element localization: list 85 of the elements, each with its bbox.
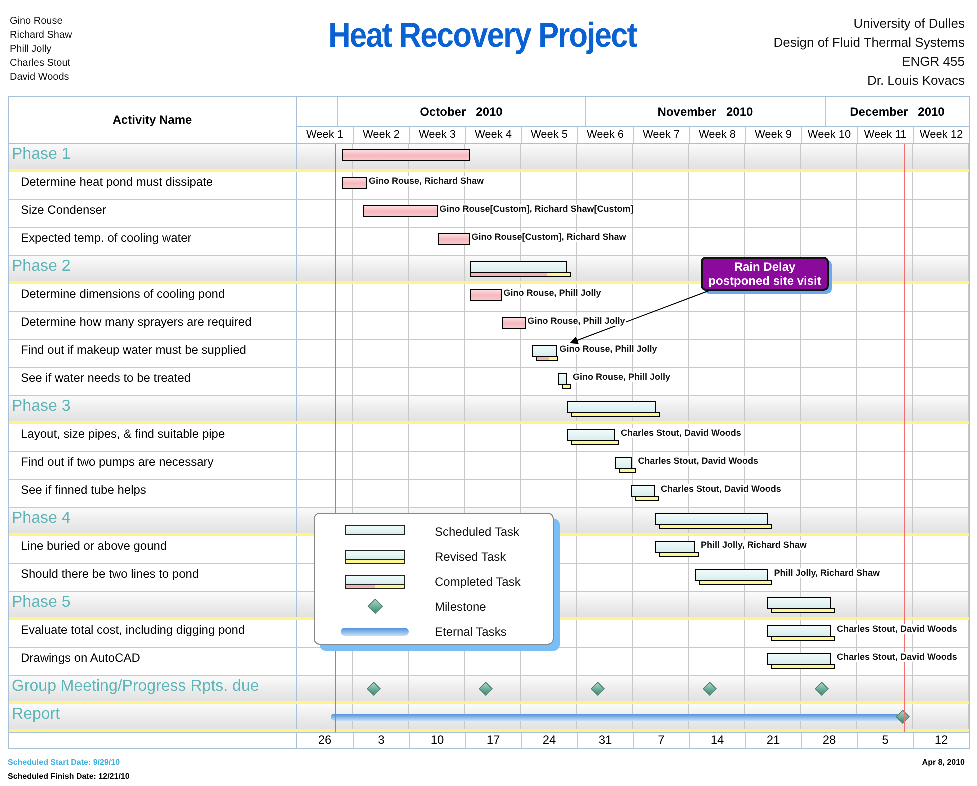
week-header: Week 5 (521, 127, 577, 143)
team-member-name: Phill Jolly (10, 43, 53, 57)
month-header: December 2010 (825, 97, 969, 126)
date-label: 26 (317, 733, 333, 748)
resource-label: Gino Rouse, Richard Shaw (369, 176, 486, 186)
activity-name: Should there be two lines to pond (9, 564, 297, 591)
resource-label: Phill Jolly, Richard Shaw (774, 568, 882, 578)
month-header: November 2010 (585, 97, 825, 126)
activity-name: Find out if makeup water must be supplied (9, 340, 297, 367)
week-header: Week 3 (409, 127, 465, 143)
date-label: 10 (409, 733, 465, 748)
activity-name: Line buried or above gound (9, 536, 297, 563)
resource-label: Phill Jolly, Richard Shaw (701, 540, 808, 550)
team-member-name: David Woods (10, 71, 70, 85)
legend-label: Scheduled Task (435, 524, 520, 538)
date-label: 14 (689, 733, 745, 748)
activity-name: Determine how many sprayers are required (9, 312, 297, 339)
activity-name: Determine heat pond must dissipate (9, 172, 297, 199)
phase-name: Phase 3 (9, 396, 297, 421)
week-header: Week 12 (913, 127, 969, 143)
week-header: Week 7 (633, 127, 689, 143)
week-header: Week 6 (577, 127, 633, 143)
team-member-name: Charles Stout (10, 57, 72, 71)
revised-task-icon (345, 550, 405, 564)
activity-name: Drawings on AutoCAD (9, 648, 297, 675)
phase-name: Phase 4 (9, 508, 297, 533)
activity-name: See if water needs to be treated (9, 368, 297, 395)
phase-name: Report (9, 704, 297, 729)
activity-name: See if finned tube helps (9, 480, 297, 507)
date-label: 21 (745, 733, 801, 748)
activity-name: Determine dimensions of cooling pond (9, 284, 297, 311)
activity-name: Find out if two pumps are necessary (9, 452, 297, 479)
date-label: 7 (633, 733, 689, 748)
date-label: 17 (465, 733, 521, 748)
course-info-line: ENGR 455 (901, 53, 965, 71)
legend-label: Milestone (435, 600, 486, 614)
week-header: Week 9 (745, 127, 801, 143)
phase-name: Group Meeting/Progress Rpts. due (9, 676, 297, 701)
resource-label: Charles Stout, David Woods (638, 456, 760, 466)
week-header: Week 1 (305, 128, 345, 143)
course-info-line: Dr. Louis Kovacs (866, 72, 965, 90)
course-info-line: Design of Fluid Thermal Systems (772, 34, 965, 52)
phase-name: Phase 2 (9, 256, 297, 281)
resource-label: Gino Rouse[Custom], Richard Shaw (472, 232, 628, 242)
phase-name: Phase 1 (9, 144, 297, 169)
date-label: 31 (577, 733, 633, 748)
eternal-task-icon (341, 628, 409, 636)
resource-label: Charles Stout, David Woods (837, 652, 958, 662)
date-label: 28 (801, 733, 857, 748)
resource-label: Gino Rouse, Phill Jolly (504, 288, 602, 298)
print-date-text: Apr 8, 2010 (922, 758, 965, 769)
callout-note: Rain Delay postponed site visit (701, 257, 829, 291)
week-header: Week 2 (353, 127, 409, 143)
date-label: 3 (353, 733, 409, 748)
resource-label: Gino Rouse[Custom], Richard Shaw[Custom] (440, 204, 635, 214)
resource-label: Charles Stout, David Woods (661, 484, 782, 494)
resource-label: Charles Stout, David Woods (621, 428, 742, 438)
team-member-name: Richard Shaw (10, 29, 74, 43)
course-info-line: University of Dulles (852, 15, 965, 33)
week-header: Week 10 (801, 127, 857, 143)
column-header: Activity Name (9, 97, 297, 143)
phase-name: Phase 5 (9, 592, 297, 617)
week-header: Week 8 (689, 127, 745, 143)
resource-label: Gino Rouse, Phill Jolly (560, 344, 658, 354)
team-member-name: Gino Rouse (10, 15, 64, 29)
activity-name: Size Condenser (9, 200, 297, 227)
resource-label: Gino Rouse, Phill Jolly (573, 372, 672, 382)
legend-label: Revised Task (435, 550, 506, 564)
month-header: October 2010 (337, 97, 585, 126)
legend-label: Completed Task (435, 574, 521, 588)
week-header: Week 11 (857, 127, 913, 143)
completed-task-icon (345, 574, 405, 588)
chart-title: Heat Recovery Project (328, 16, 637, 56)
start-date-text: Scheduled Start Date: 9/29/10 (8, 758, 122, 769)
legend-label: Eternal Tasks (435, 624, 507, 638)
date-label: 12 (913, 733, 969, 748)
activity-name: Layout, size pipes, & find suitable pipe (9, 424, 297, 451)
activity-name: Evaluate total cost, including digging pond (9, 620, 297, 647)
resource-label: Gino Rouse, Phill Jolly (528, 316, 626, 326)
date-label: 24 (521, 733, 577, 748)
week-header: Week 4 (465, 127, 521, 143)
activity-name: Expected temp. of cooling water (9, 228, 297, 255)
date-label: 5 (857, 733, 913, 748)
finish-date-text: Scheduled Finish Date: 12/21/10 (8, 772, 130, 783)
resource-label: Charles Stout, David Woods (837, 624, 958, 634)
